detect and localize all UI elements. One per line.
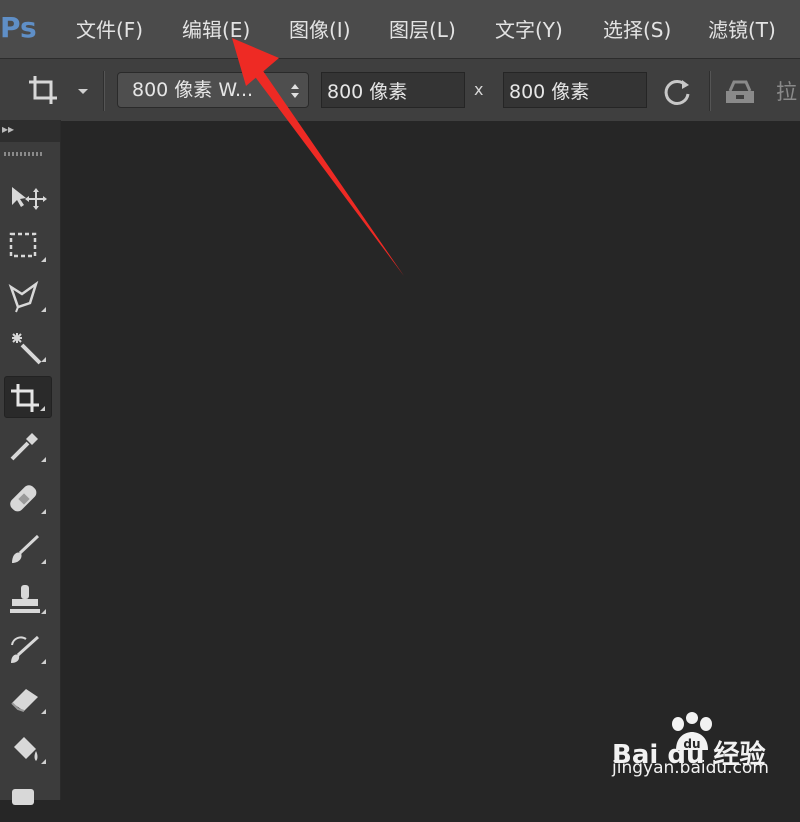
- marquee-tool[interactable]: [4, 226, 52, 268]
- flyout-indicator: [41, 609, 46, 614]
- eraser-tool[interactable]: [4, 678, 52, 720]
- brush-tool[interactable]: [4, 528, 52, 570]
- updown-arrows-icon: [291, 84, 299, 98]
- bucket-icon: [14, 737, 38, 761]
- polygon-lasso-icon: [8, 281, 39, 313]
- crop-icon: [29, 76, 57, 104]
- next-tool[interactable]: [4, 780, 52, 822]
- straighten-label[interactable]: 拉: [776, 76, 797, 106]
- flyout-indicator: [41, 257, 46, 262]
- crop-tool[interactable]: [4, 376, 52, 418]
- menu-layer[interactable]: 图层(L): [389, 14, 456, 43]
- paint-bucket-tool[interactable]: [4, 728, 52, 770]
- lasso-tool[interactable]: [4, 276, 52, 318]
- separator: [709, 71, 710, 111]
- straighten-icon[interactable]: [722, 79, 758, 105]
- height-input[interactable]: [503, 72, 647, 108]
- clone-stamp-tool[interactable]: [4, 578, 52, 620]
- menu-file[interactable]: 文件(F): [76, 14, 143, 43]
- brush-icon: [12, 534, 40, 563]
- width-input[interactable]: [321, 72, 465, 108]
- tool-preset-picker[interactable]: [22, 71, 88, 111]
- expand-icon[interactable]: ▸▸: [2, 122, 14, 136]
- rotate-icon[interactable]: [662, 77, 692, 107]
- eraser-icon: [11, 689, 38, 712]
- menu-edit[interactable]: 编辑(E): [182, 14, 250, 43]
- document-canvas[interactable]: [61, 121, 800, 800]
- flyout-indicator: [41, 709, 46, 714]
- menu-image[interactable]: 图像(I): [289, 14, 351, 43]
- flyout-indicator: [41, 457, 46, 462]
- drag-handle[interactable]: [4, 152, 44, 156]
- history-brush-icon: [11, 635, 40, 663]
- options-bar: 800 像素 W... x 拉: [0, 58, 800, 121]
- flyout-indicator: [41, 759, 46, 764]
- ratio-select[interactable]: 800 像素 W...: [117, 72, 309, 108]
- menu-bar: Ps 文件(F) 编辑(E) 图像(I) 图层(L) 文字(Y) 选择(S) 滤…: [0, 0, 800, 58]
- flyout-indicator: [41, 307, 46, 312]
- watermark-url: jingyan.baidu.com: [612, 758, 769, 778]
- flyout-indicator: [41, 509, 46, 514]
- tool-icon: [12, 789, 34, 805]
- tools-panel: ▸▸: [0, 120, 61, 805]
- chevron-down-icon: [78, 89, 88, 94]
- flyout-indicator: [41, 357, 46, 362]
- app-logo: Ps: [0, 11, 37, 44]
- magic-wand-icon: [12, 333, 42, 365]
- menu-filter[interactable]: 滤镜(T): [708, 14, 776, 43]
- crop-icon: [11, 384, 39, 412]
- rect-marquee-icon: [9, 232, 37, 258]
- eyedropper-icon: [10, 433, 38, 461]
- healing-brush-tool[interactable]: [4, 478, 52, 520]
- flyout-indicator: [41, 559, 46, 564]
- ratio-select-value: 800 像素 W...: [132, 79, 254, 101]
- history-brush-tool[interactable]: [4, 628, 52, 670]
- tools-panel-header[interactable]: ▸▸: [0, 120, 60, 142]
- baidu-watermark: du Bai du 经验 jingyan.baidu.com: [612, 712, 772, 786]
- move-tool[interactable]: [4, 176, 52, 218]
- menu-select[interactable]: 选择(S): [603, 14, 671, 43]
- menu-type[interactable]: 文字(Y): [495, 14, 563, 43]
- bandage-icon: [10, 485, 37, 512]
- stamp-icon: [10, 585, 40, 613]
- times-symbol: x: [474, 80, 484, 99]
- move-icon: [12, 187, 47, 210]
- magic-wand-tool[interactable]: [4, 326, 52, 368]
- eyedropper-tool[interactable]: [4, 426, 52, 468]
- flyout-indicator: [41, 659, 46, 664]
- separator: [103, 71, 104, 111]
- flyout-indicator: [40, 406, 45, 411]
